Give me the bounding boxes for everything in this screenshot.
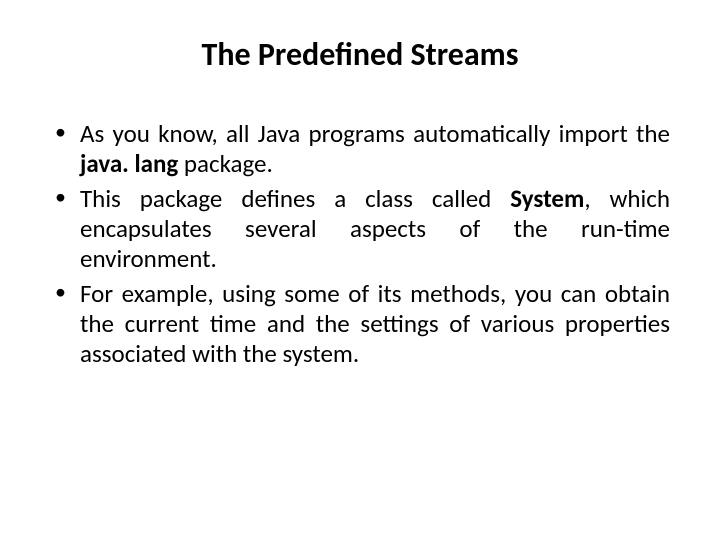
bullet-list: As you know, all Java programs automatic…	[50, 119, 670, 369]
bullet-text-prefix: This package defines a class called	[80, 183, 510, 214]
bullet-text-bold: System	[510, 183, 584, 214]
bullet-text-prefix: As you know, all Java programs automatic…	[80, 118, 670, 149]
list-item: For example, using some of its methods, …	[50, 279, 670, 369]
list-item: This package defines a class called Syst…	[50, 184, 670, 274]
bullet-text-bold: java. lang	[80, 148, 184, 179]
list-item: As you know, all Java programs automatic…	[50, 119, 670, 179]
bullet-text-prefix: For example, using some of its methods, …	[80, 278, 670, 369]
bullet-text-suffix: package.	[184, 148, 273, 179]
slide-title: The Predefined Streams	[50, 35, 670, 74]
